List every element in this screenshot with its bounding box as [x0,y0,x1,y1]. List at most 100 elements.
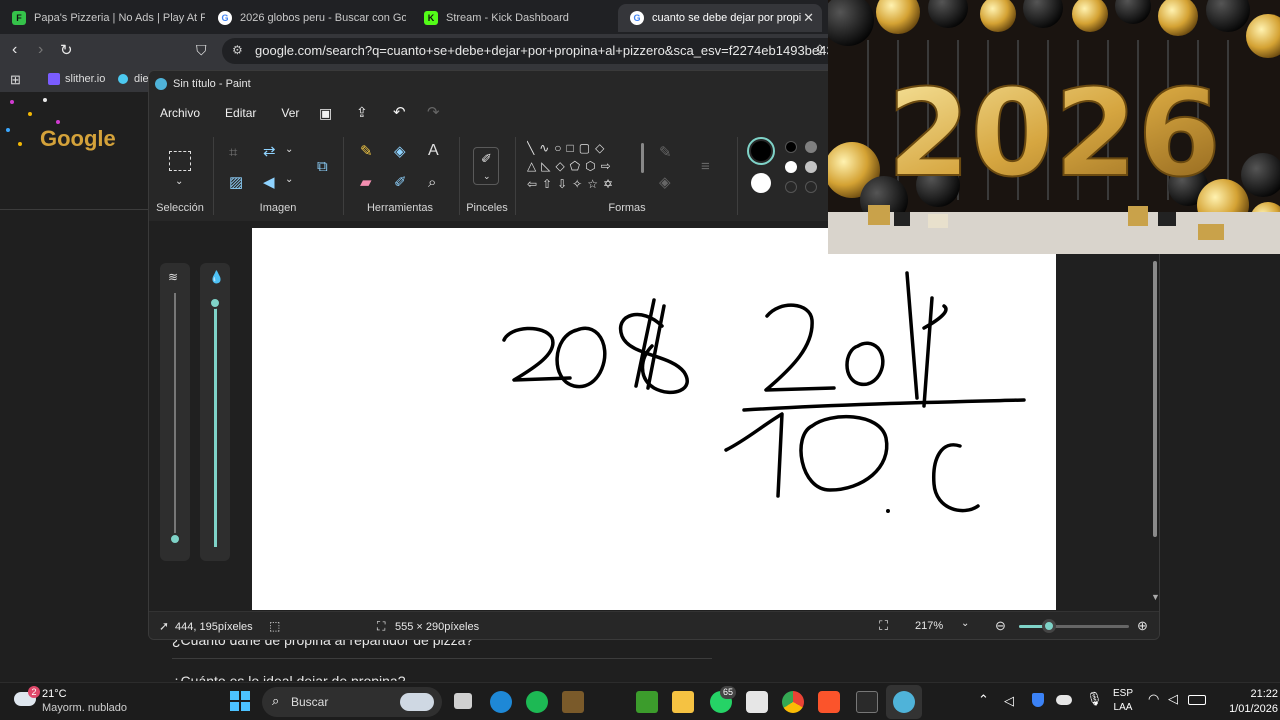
minecraft-icon[interactable] [562,691,584,713]
zoom-select[interactable]: 217% ⌄ [909,616,975,636]
site-info-icon[interactable]: ⚙ [232,43,243,57]
task-view-icon[interactable] [454,693,472,709]
lang-line-1: ESP [1112,688,1133,699]
faq-question[interactable]: ¿Cuánto es lo ideal dejar de propina? [172,673,406,681]
undo-icon[interactable]: ↶ [393,103,406,121]
bookmark-label: slither.io [65,73,106,85]
chrome-icon[interactable] [782,691,804,713]
palette-color-empty[interactable] [805,181,817,193]
google-doodle-logo[interactable]: Google [40,126,116,152]
chevron-down-icon: ⌄ [483,171,491,181]
clock[interactable]: 21:22 1/01/2026 [1218,687,1278,717]
slider-thumb[interactable] [169,533,181,545]
palette-color-lightgray[interactable] [805,161,817,173]
image-select-icon[interactable]: ▨ [229,175,243,190]
bookmark-die[interactable]: die [118,73,149,85]
brushes-button[interactable]: ✐ ⌄ [473,147,499,185]
record-app-icon[interactable] [746,691,768,713]
vertical-scrollbar[interactable] [1153,261,1157,537]
cloud-sync-icon[interactable] [1056,695,1072,705]
spotify-icon[interactable] [526,691,548,713]
share-icon[interactable]: ⇪ [814,42,826,59]
fill-icon[interactable]: ◈ [659,175,671,190]
rotate-icon[interactable]: ◀ [263,175,275,190]
google-icon: G [218,11,232,25]
redo-icon[interactable]: ↷ [427,103,440,121]
reload-icon[interactable]: ↻ [60,41,73,59]
url-text: google.com/search?q=cuanto+se+debe+dejar… [255,43,852,58]
file-explorer-icon[interactable] [672,691,694,713]
text-icon[interactable]: A [428,143,439,159]
scroll-down-icon[interactable]: ▼ [1151,593,1159,602]
start-button[interactable] [230,691,250,711]
menu-ver[interactable]: Ver [281,106,299,120]
magnifier-icon[interactable]: ⌕ [428,175,436,190]
save-icon[interactable]: ▣ [319,105,332,122]
chevron-down-icon[interactable]: ⌄ [285,145,293,155]
share-icon[interactable]: ⇪ [356,104,368,121]
fill-bucket-icon[interactable]: ◈ [394,144,406,159]
crop-icon[interactable]: ⌗ [229,145,237,160]
selection-size-icon: ⬚ [269,619,281,633]
battery-icon[interactable] [1188,695,1206,705]
stroke-size-icon[interactable]: ≡ [701,159,710,174]
chevron-up-icon[interactable]: ⌃ [978,692,989,708]
volume-icon[interactable]: ◁ [1168,691,1178,707]
tab-google-search-globos[interactable]: G 2026 globos peru - Buscar con Google [206,4,406,32]
microphone-icon[interactable]: 🎙 [1086,691,1103,707]
balloons-scene: 2026 [828,0,1280,254]
remove-background-icon[interactable]: ⧉ [317,159,328,174]
brave-icon[interactable] [818,691,840,713]
taskbar-search[interactable]: ⌕ Buscar [262,687,442,717]
select-tool-button[interactable] [169,151,191,171]
stroke-percent [922,296,934,408]
slider-thumb[interactable] [209,297,221,309]
tab-kick-dashboard[interactable]: K Stream - Kick Dashboard [412,4,612,32]
tab-propina-search[interactable]: G cuanto se debe dejar por propina ✕ [618,4,822,32]
close-tab-icon[interactable]: ✕ [803,10,814,26]
eraser-icon[interactable]: ▰ [360,175,372,190]
edge-icon[interactable] [490,691,512,713]
palette-color-empty[interactable] [785,181,797,193]
bookmark-slither[interactable]: slither.io [48,73,105,85]
speaker-icon[interactable]: ◁ [1004,693,1014,709]
defender-icon[interactable] [1032,693,1044,707]
primary-color-swatch[interactable] [747,137,775,165]
zoom-in-icon[interactable]: ⊕ [1137,619,1148,632]
drawing-canvas[interactable] [252,228,1056,610]
paint-taskbar-item[interactable] [886,685,922,719]
apps-icon[interactable]: ⊞ [10,72,21,88]
color-picker-icon[interactable]: ✐ [394,175,407,190]
pencil-icon[interactable]: ✎ [360,144,373,159]
tab-papas-pizzeria[interactable]: F Papa's Pizzeria | No Ads | Play At Fri… [0,4,205,32]
menu-archivo[interactable]: Archivo [160,106,200,120]
resize-icon[interactable]: ⇄ [263,144,276,159]
wifi-icon[interactable]: ◠ [1148,691,1159,707]
shapes-scrollbar[interactable] [641,143,644,173]
outline-icon[interactable]: ✎ [659,145,672,160]
palette-color-gray[interactable] [805,141,817,153]
friv-icon: F [12,11,26,25]
brush-icon: ✐ [481,151,492,166]
canvas-size: 555 × 290píxeles [395,621,480,633]
zoom-out-icon[interactable]: ⊖ [995,619,1006,632]
chevron-down-icon[interactable]: ⌄ [285,175,293,185]
menu-editar[interactable]: Editar [225,106,256,120]
epic-games-icon[interactable] [856,691,878,713]
slider-track [174,293,176,543]
back-icon[interactable]: ‹ [12,41,17,59]
secondary-color-swatch[interactable] [751,173,771,193]
minecraft-launcher-icon[interactable] [636,691,658,713]
language-indicator[interactable]: ESP LAA [1108,687,1138,715]
fit-to-window-icon[interactable]: ⛶ [879,619,888,632]
chevron-down-icon[interactable]: ⌄ [175,177,183,187]
weather-widget[interactable]: 2 21°C Mayorm. nublado [12,686,132,718]
palette-color-black[interactable] [785,141,797,153]
zoom-slider-thumb[interactable] [1042,619,1056,633]
stroke-digit-0 [555,326,607,389]
shapes-gallery[interactable]: ╲∿○□▢◇ △◺◇⬠⬡⇨ ⇦⇧⇩✧☆✡ [527,139,637,193]
address-bar[interactable]: ⚙ google.com/search?q=cuanto+se+debe+dej… [222,38,852,64]
forward-icon[interactable]: › [38,41,43,59]
palette-color-white[interactable] [785,161,797,173]
bookmark-star-icon[interactable]: ⛉ [196,42,207,59]
